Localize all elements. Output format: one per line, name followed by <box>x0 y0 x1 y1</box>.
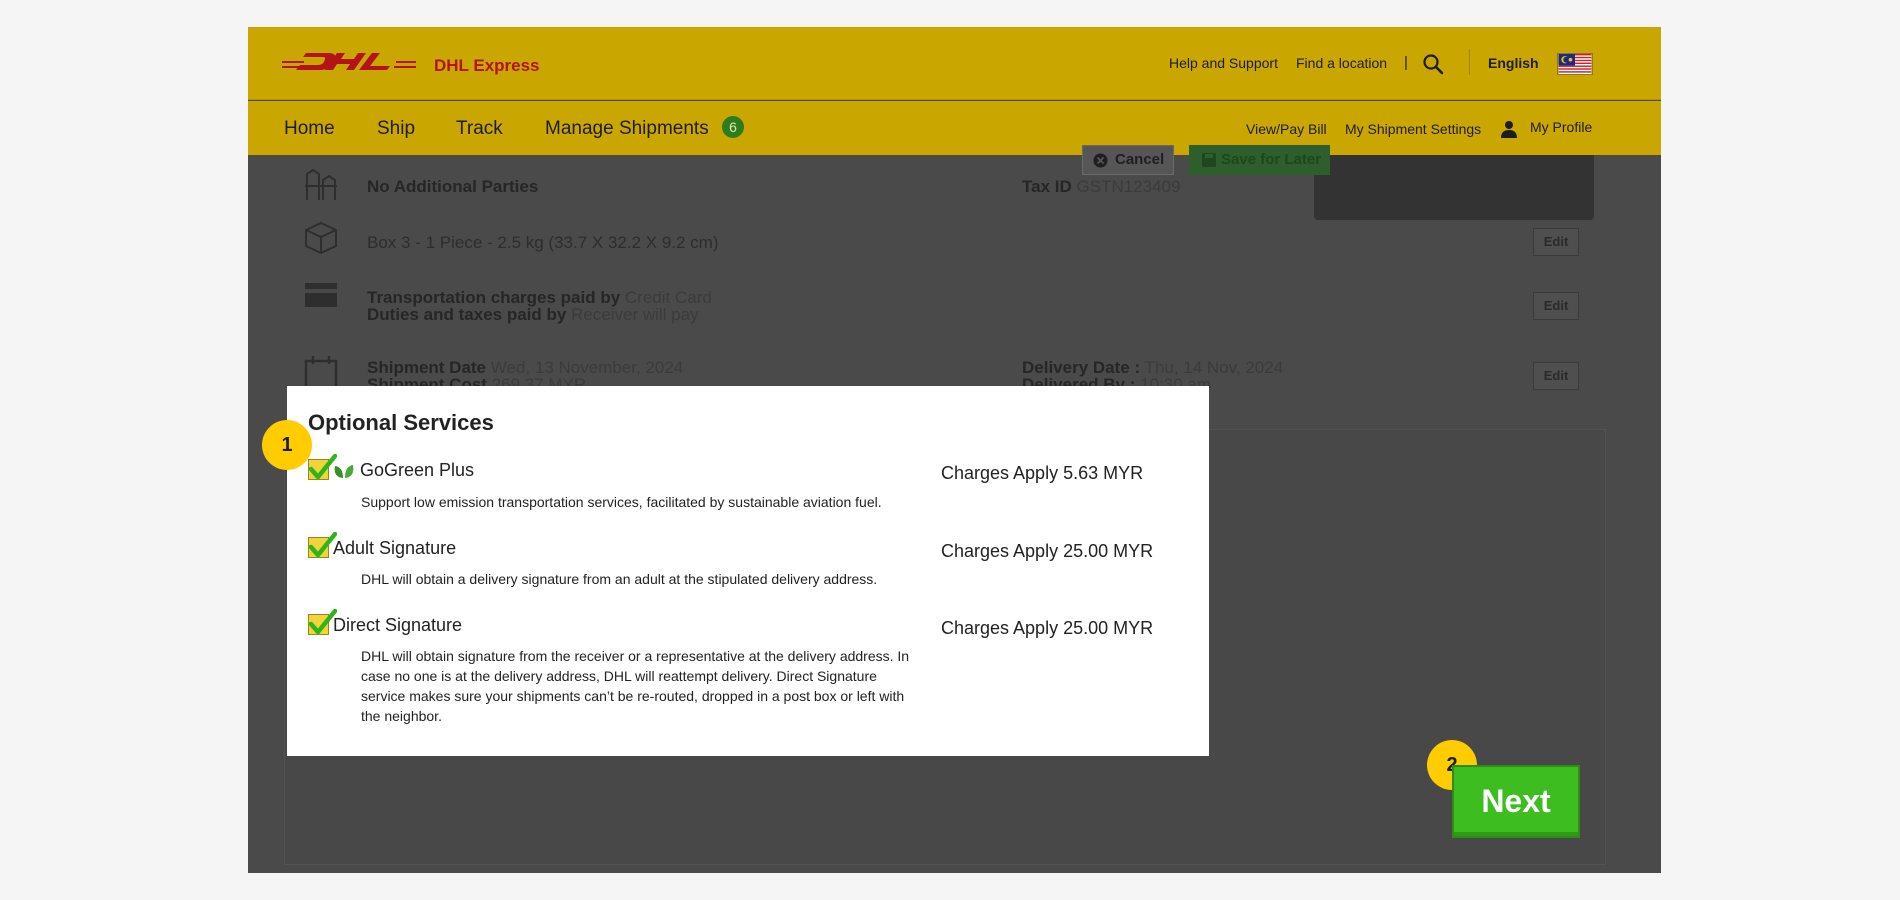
top-header: DHL Express Help and Support Find a loca… <box>248 27 1661 100</box>
user-icon[interactable] <box>1500 120 1518 138</box>
payment-details: Transportation charges paid by Credit Ca… <box>367 288 712 324</box>
brand-text: DHL Express <box>434 56 540 75</box>
header-divider <box>1469 49 1470 75</box>
nav-home[interactable]: Home <box>284 118 335 140</box>
direct-signature-charge: Charges Apply 25.00 MYR <box>941 618 1154 638</box>
next-button[interactable]: Next <box>1452 765 1580 838</box>
package-details: Box 3 - 1 Piece - 2.5 kg (33.7 X 32.2 X … <box>367 233 719 252</box>
close-circle-icon <box>1093 153 1108 168</box>
main-nav: Home Ship Track Manage Shipments 6 View/… <box>248 101 1661 155</box>
adult-signature-charge: Charges Apply 25.00 MYR <box>941 541 1154 561</box>
action-panel <box>1314 155 1594 220</box>
direct-signature-description: DHL will obtain signature from the recei… <box>361 648 910 724</box>
calendar-icon <box>304 356 338 390</box>
tax-id: Tax ID GSTN123409 <box>1022 177 1181 196</box>
package-icon <box>305 221 337 255</box>
malaysia-flag-icon[interactable] <box>1557 53 1593 75</box>
find-location-link[interactable]: Find a location <box>1296 55 1387 71</box>
modal-title: Optional Services <box>308 410 494 435</box>
gogreen-plus-charge: Charges Apply 5.63 MYR <box>941 463 1144 483</box>
parties-text: No Additional Parties <box>367 177 539 196</box>
adult-signature-checkbox[interactable] <box>307 532 337 560</box>
nav-track[interactable]: Track <box>456 118 503 140</box>
adult-signature-description: DHL will obtain a delivery signature fro… <box>361 571 878 587</box>
nav-manage-shipments[interactable]: Manage Shipments <box>545 118 709 140</box>
gogreen-checkbox[interactable] <box>307 454 337 482</box>
parties-icon <box>305 168 337 200</box>
edit-shipment-date-button[interactable]: Edit <box>1533 362 1579 390</box>
search-icon[interactable] <box>1422 53 1444 75</box>
help-support-link[interactable]: Help and Support <box>1169 55 1278 71</box>
header-separator: | <box>1404 54 1408 71</box>
step-callout-1: 1 <box>262 420 312 470</box>
direct-signature-label: Direct Signature <box>333 615 463 635</box>
nav-view-pay-bill[interactable]: View/Pay Bill <box>1246 121 1327 137</box>
gogreen-plus-description: Support low emission transportation serv… <box>361 494 882 510</box>
edit-package-button[interactable]: Edit <box>1533 228 1579 256</box>
nav-my-profile[interactable]: My Profile <box>1530 119 1592 135</box>
dhl-logo[interactable] <box>282 51 416 73</box>
leaf-icon <box>334 465 354 478</box>
manage-shipments-badge: 6 <box>722 116 744 138</box>
nav-shipment-settings[interactable]: My Shipment Settings <box>1345 121 1481 137</box>
nav-ship[interactable]: Ship <box>377 118 415 140</box>
edit-payment-button[interactable]: Edit <box>1533 292 1579 320</box>
adult-signature-label: Adult Signature <box>333 538 457 558</box>
direct-signature-checkbox[interactable] <box>307 609 337 637</box>
gogreen-plus-label: GoGreen Plus <box>360 460 475 480</box>
language-selector[interactable]: English <box>1488 55 1539 71</box>
save-icon <box>1202 153 1216 167</box>
optional-services-modal: Optional Services GoGreen Plus Charges A… <box>287 386 1209 756</box>
credit-card-icon <box>305 283 337 307</box>
